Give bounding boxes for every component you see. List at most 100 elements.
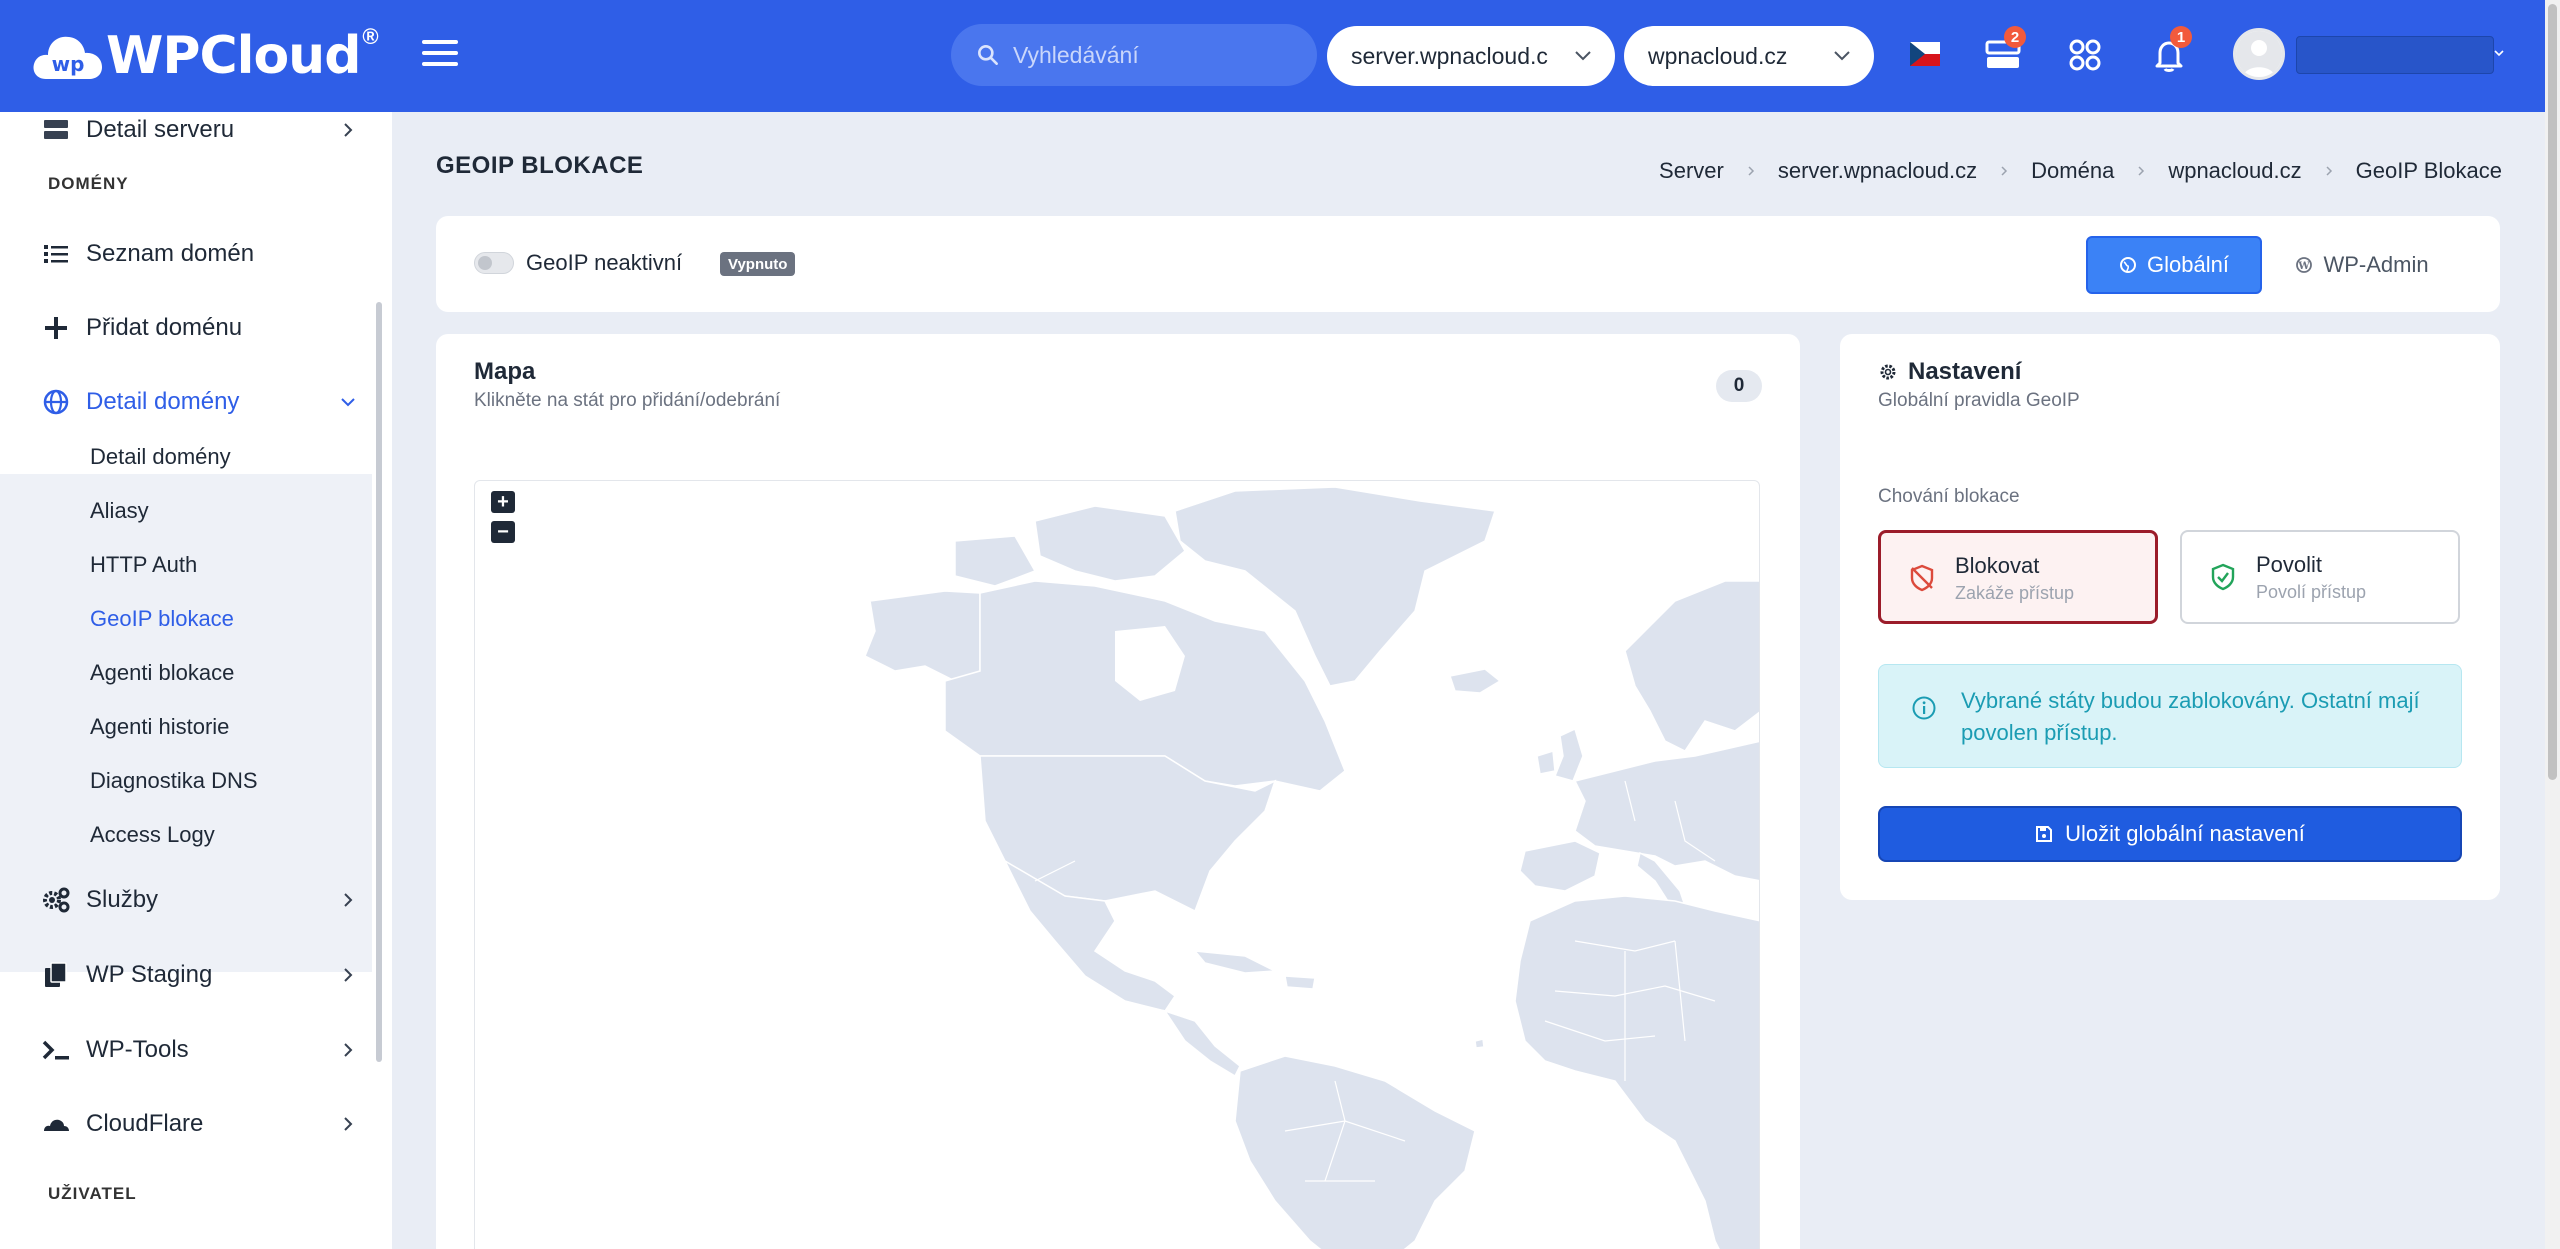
chevron-down-icon <box>1834 51 1850 61</box>
zoom-in-button[interactable]: + <box>491 491 515 513</box>
block-option-title: Blokovat <box>1955 553 2040 578</box>
chevron-down-icon[interactable] <box>2493 48 2505 58</box>
global-scope-label: Globální <box>2147 252 2229 277</box>
country-central-america[interactable] <box>1163 1009 1241 1078</box>
sidebar-subitem-http-auth[interactable]: HTTP Auth <box>90 552 197 578</box>
sidebar-item-sluzby[interactable]: Služby <box>0 870 372 930</box>
country-hispaniola[interactable] <box>1284 975 1316 990</box>
country-cuba[interactable] <box>1193 950 1278 974</box>
cloudflare-icon <box>44 1119 69 1131</box>
chevron-right-icon <box>344 968 353 982</box>
page-scrollbar[interactable] <box>2545 0 2560 1249</box>
zoom-out-button[interactable]: − <box>491 521 515 543</box>
shield-slash-icon <box>1910 564 1934 592</box>
sidebar-item-label: Detail serveru <box>86 116 235 143</box>
breadcrumb-domena[interactable]: Doména <box>2031 158 2114 184</box>
apps-button[interactable] <box>2060 30 2110 80</box>
block-option[interactable]: Blokovat Zakáže přístup <box>1878 530 2158 624</box>
map-subtitle: Klikněte na stát pro přidání/odebrání <box>474 390 781 411</box>
sidebar-item-label: WP Staging <box>86 961 213 988</box>
sidebar-subitem-detail-domeny[interactable]: Detail domény <box>90 444 231 470</box>
user-menu-button[interactable] <box>2296 36 2494 74</box>
country-europe[interactable] <box>1573 740 1760 882</box>
notifications-button[interactable]: 1 <box>2144 26 2194 80</box>
sidebar-item-pridat-domenu[interactable]: Přidat doménu <box>0 298 372 358</box>
sidebar-item-label: Služby <box>86 886 159 913</box>
breadcrumb-server[interactable]: Server <box>1659 158 1724 184</box>
block-option-subtitle: Zakáže přístup <box>1955 583 2075 603</box>
page-scrollbar-thumb[interactable] <box>2548 4 2557 780</box>
country-africa[interactable] <box>1514 895 1760 1249</box>
registered-mark: ® <box>362 24 379 49</box>
sidebar-item-label: Detail domény <box>86 388 240 415</box>
info-icon <box>1912 696 1936 720</box>
behavior-label: Chování blokace <box>1878 486 2020 507</box>
brand-logo[interactable]: wp WPCloud ® <box>32 24 379 86</box>
breadcrumb-domain-name[interactable]: wpnacloud.cz <box>2168 158 2301 184</box>
domain-select[interactable]: wpnacloud.cz <box>1624 26 1874 86</box>
search-box[interactable] <box>951 24 1317 86</box>
domain-select-value: wpnacloud.cz <box>1648 42 1788 69</box>
breadcrumb-server-name[interactable]: server.wpnacloud.cz <box>1778 158 1977 184</box>
country-uk[interactable] <box>1553 727 1584 782</box>
save-icon <box>2036 826 2053 842</box>
save-global-settings-button[interactable]: Uložit globální nastavení <box>1878 806 2462 862</box>
chevron-right-icon <box>344 123 353 137</box>
sidebar: Detail serveru DOMÉNY Seznam domén Přida… <box>0 112 392 1249</box>
server-icon <box>44 120 68 139</box>
sidebar-subitem-agenti-blokace[interactable]: Agenti blokace <box>90 660 234 686</box>
search-input[interactable] <box>1013 41 1303 69</box>
user-avatar-icon <box>2236 31 2282 77</box>
sidebar-subitem-access-logy[interactable]: Access Logy <box>90 822 215 848</box>
sidebar-subitem-agenti-historie[interactable]: Agenti historie <box>90 714 229 740</box>
czech-flag-icon[interactable] <box>1910 42 1940 66</box>
geoip-toggle-switch[interactable] <box>474 252 514 274</box>
country-ireland[interactable] <box>1536 750 1556 775</box>
menu-toggle-icon[interactable] <box>422 40 458 70</box>
sidebar-item-seznam-domen[interactable]: Seznam domén <box>0 224 372 284</box>
sidebar-subitem-aliasy[interactable]: Aliasy <box>90 498 149 524</box>
allow-option[interactable]: Povolit Povolí přístup <box>2180 530 2460 624</box>
globe-icon <box>43 389 69 415</box>
cloud-logo-icon: wp <box>33 36 102 79</box>
wp-admin-scope-button[interactable]: W WP-Admin <box>2282 236 2442 294</box>
sidebar-item-label: Seznam domén <box>86 240 255 267</box>
chevron-right-icon <box>2326 166 2332 176</box>
sidebar-item-detail-domeny[interactable]: Detail domény <box>0 372 372 432</box>
chevron-right-icon <box>344 1043 353 1057</box>
server-select[interactable]: server.wpnacloud.c <box>1327 26 1615 86</box>
avatar[interactable] <box>2233 28 2285 80</box>
settings-title: Nastavení <box>1878 358 2021 386</box>
servers-button[interactable]: 2 <box>1978 26 2028 80</box>
allow-option-subtitle: Povolí přístup <box>2256 582 2367 602</box>
sidebar-item-wp-staging[interactable]: WP Staging <box>0 945 372 1005</box>
country-alaska[interactable] <box>864 590 981 682</box>
country-iberia[interactable] <box>1519 840 1601 892</box>
country-south-america[interactable] <box>1234 1055 1476 1249</box>
country-canada-islands[interactable] <box>1034 505 1186 582</box>
sidebar-section-uzivatel: UŽIVATEL <box>48 1184 137 1203</box>
sidebar-item-detail-serveru[interactable]: Detail serveru <box>0 100 372 160</box>
country-scandinavia[interactable] <box>1624 580 1760 752</box>
info-alert: Vybrané státy budou zablokovány. Ostatní… <box>1878 664 2462 768</box>
sidebar-item-label: Přidat doménu <box>86 314 243 341</box>
country-cape-verde[interactable] <box>1474 1038 1485 1049</box>
brand-name: WPCloud <box>106 26 361 86</box>
world-map[interactable]: + − <box>474 480 1760 1249</box>
sidebar-subitem-geoip-blokace[interactable]: GeoIP blokace <box>90 606 234 632</box>
sidebar-subitem-diagnostika-dns[interactable]: Diagnostika DNS <box>90 768 258 794</box>
list-icon <box>44 245 68 263</box>
sidebar-item-wp-tools[interactable]: WP-Tools <box>0 1020 372 1080</box>
server-select-value: server.wpnacloud.c <box>1351 42 1548 69</box>
sidebar-item-label: CloudFlare <box>86 1110 204 1137</box>
global-scope-button[interactable]: Globální <box>2086 236 2262 294</box>
copy-icon <box>45 962 67 987</box>
settings-card: Nastavení Globální pravidla GeoIP Chován… <box>1840 334 2500 900</box>
country-canada-islands-west[interactable] <box>954 535 1037 587</box>
sidebar-item-cloudflare[interactable]: CloudFlare <box>0 1094 372 1154</box>
chevron-right-icon <box>344 1117 353 1131</box>
country-iceland[interactable] <box>1449 668 1502 694</box>
map-card: Mapa Klikněte na stát pro přidání/odebrá… <box>436 334 1800 1249</box>
breadcrumb: Server server.wpnacloud.cz Doména wpnacl… <box>1659 158 2502 184</box>
sidebar-scrollbar[interactable] <box>376 302 382 1062</box>
